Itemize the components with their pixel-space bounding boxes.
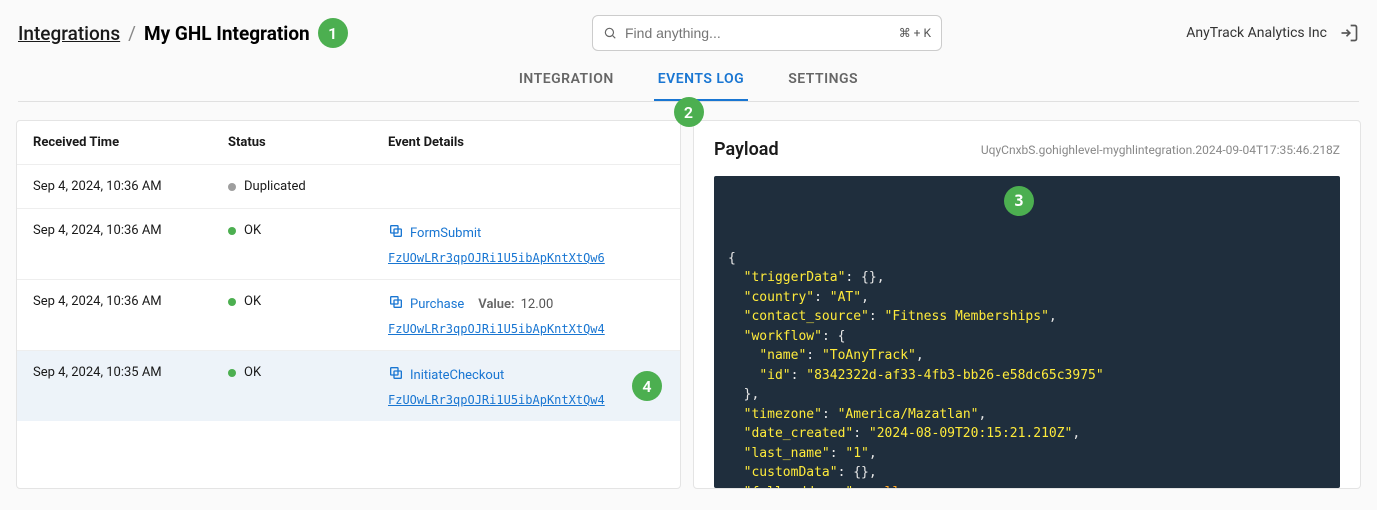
cell-event-details: InitiateCheckout FzUOwLRr3qpOJRi1U5ibApKn… xyxy=(388,365,664,407)
payload-line: "name": "ToAnyTrack", xyxy=(728,346,1328,366)
payload-title: Payload xyxy=(714,139,779,160)
breadcrumb-root[interactable]: Integrations xyxy=(18,22,120,45)
cell-received-time: Sep 4, 2024, 10:36 AM xyxy=(33,179,228,194)
col-details: Event Details xyxy=(388,135,664,150)
cell-event-details: Purchase Value: 12.00 FzUOwLRr3qpOJRi1U5ibA… xyxy=(388,294,664,336)
value-label: Value: xyxy=(478,297,514,312)
copy-icon[interactable] xyxy=(388,365,404,385)
event-name[interactable]: InitiateCheckout xyxy=(410,368,504,383)
event-name[interactable]: FormSubmit xyxy=(410,226,481,241)
content: Received Time Status Event Details Sep 4… xyxy=(0,120,1377,489)
cell-status: OK xyxy=(228,223,388,238)
payload-line: "triggerData": {}, xyxy=(728,268,1328,288)
table-row[interactable]: Sep 4, 2024, 10:36 AM Duplicated xyxy=(17,164,680,208)
topbar: Integrations / My GHL Integration 1 ⌘ + … xyxy=(0,0,1377,61)
cell-received-time: Sep 4, 2024, 10:36 AM xyxy=(33,223,228,238)
annotation-3: 3 xyxy=(1004,186,1034,216)
table-row[interactable]: Sep 4, 2024, 10:35 AM OK InitiateCheckout F… xyxy=(17,350,680,421)
annotation-4: 4 xyxy=(632,371,662,401)
value-number: 12.00 xyxy=(521,297,554,312)
payload-line: "workflow": { xyxy=(728,327,1328,347)
payload-line: }, xyxy=(728,385,1328,405)
status-dot xyxy=(228,298,236,306)
search-icon xyxy=(603,26,617,40)
table-row[interactable]: Sep 4, 2024, 10:36 AM OK FormSubmit FzUOwLR… xyxy=(17,208,680,279)
click-id-link[interactable]: FzUOwLRr3qpOJRi1U5ibApKntXtQw6 xyxy=(388,251,664,265)
payload-panel: Payload UqyCnxbS.gohighlevel-myghlintegr… xyxy=(693,120,1361,489)
copy-icon[interactable] xyxy=(388,294,404,314)
cell-event-details: FormSubmit FzUOwLRr3qpOJRi1U5ibApKntXtQw6 xyxy=(388,223,664,265)
status-text: OK xyxy=(244,294,261,309)
cell-received-time: Sep 4, 2024, 10:35 AM xyxy=(33,365,228,380)
cell-status: OK xyxy=(228,294,388,309)
tabs-row: INTEGRATION EVENTS LOG SETTINGS 2 xyxy=(18,61,1359,102)
search-input[interactable] xyxy=(625,25,891,41)
event-name[interactable]: Purchase xyxy=(410,297,464,312)
status-text: Duplicated xyxy=(244,179,306,194)
breadcrumb-current: My GHL Integration xyxy=(144,22,310,45)
payload-line: "id": "8342322d-af33-4fb3-bb26-e58dc65c3… xyxy=(728,366,1328,386)
click-id-link[interactable]: FzUOwLRr3qpOJRi1U5ibApKntXtQw4 xyxy=(388,393,664,407)
annotation-1: 1 xyxy=(318,18,348,48)
payload-line: "country": "AT", xyxy=(728,288,1328,308)
account-name[interactable]: AnyTrack Analytics Inc xyxy=(1186,25,1327,41)
status-dot xyxy=(228,369,236,377)
payload-line: "last_name": "1", xyxy=(728,444,1328,464)
cell-status: OK xyxy=(228,365,388,380)
payload-line: "date_created": "2024-08-09T20:15:21.210… xyxy=(728,424,1328,444)
annotation-2: 2 xyxy=(674,97,704,127)
click-id-link[interactable]: FzUOwLRr3qpOJRi1U5ibApKntXtQw4 xyxy=(388,322,664,336)
col-status: Status xyxy=(228,135,388,150)
logout-icon[interactable] xyxy=(1339,23,1359,43)
col-received: Received Time xyxy=(33,135,228,150)
status-dot xyxy=(228,183,236,191)
payload-line: "full_address": null, xyxy=(728,483,1328,489)
tab-events-log[interactable]: EVENTS LOG xyxy=(654,61,748,101)
status-text: OK xyxy=(244,365,261,380)
account-area: AnyTrack Analytics Inc xyxy=(1186,23,1359,43)
payload-meta: UqyCnxbS.gohighlevel-myghlintegration.20… xyxy=(981,143,1340,157)
table-row[interactable]: Sep 4, 2024, 10:36 AM OK Purchase Value: 12.… xyxy=(17,279,680,350)
payload-body[interactable]: 3 { "triggerData": {}, "country": "AT", … xyxy=(714,176,1340,488)
cell-status: Duplicated xyxy=(228,179,388,194)
search-shortcut: ⌘ + K xyxy=(899,26,931,40)
tab-settings[interactable]: SETTINGS xyxy=(784,61,862,101)
payload-line: "timezone": "America/Mazatlan", xyxy=(728,405,1328,425)
tab-integration[interactable]: INTEGRATION xyxy=(515,61,618,101)
copy-icon[interactable] xyxy=(388,223,404,243)
search-input-wrap[interactable]: ⌘ + K xyxy=(592,15,942,51)
payload-line: "contact_source": "Fitness Memberships", xyxy=(728,307,1328,327)
breadcrumb-separator: / xyxy=(128,22,136,45)
status-dot xyxy=(228,227,236,235)
cell-received-time: Sep 4, 2024, 10:36 AM xyxy=(33,294,228,309)
events-table: Received Time Status Event Details Sep 4… xyxy=(16,120,681,489)
table-header: Received Time Status Event Details xyxy=(17,121,680,164)
status-text: OK xyxy=(244,223,261,238)
payload-line: "customData": {}, xyxy=(728,463,1328,483)
breadcrumb: Integrations / My GHL Integration 1 xyxy=(18,18,348,48)
payload-line: { xyxy=(728,249,1328,269)
